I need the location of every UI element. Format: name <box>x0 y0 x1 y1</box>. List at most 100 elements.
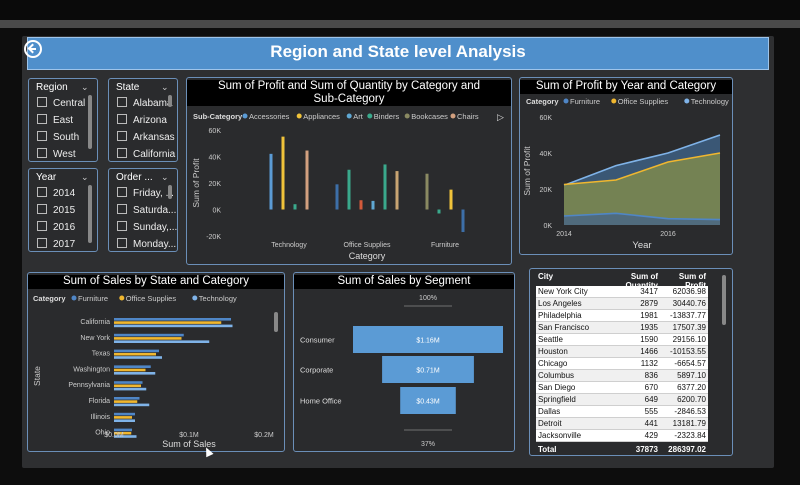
state-option-label: Arkansas <box>133 132 175 143</box>
checkbox-icon[interactable] <box>37 97 47 107</box>
year-option-label: 2014 <box>53 188 76 199</box>
state-option[interactable]: Arizona <box>117 114 167 126</box>
legend-label: Appliances <box>303 112 340 121</box>
x-tick-label: Technology <box>271 242 307 249</box>
order-slicer[interactable]: Order ... ⌄ Friday, ... Saturda... Sunda… <box>108 168 178 252</box>
table-row-cell: -2846.53 <box>674 407 706 416</box>
table-row-cell: Dallas <box>538 407 561 416</box>
year-option[interactable]: 2016 <box>37 221 75 233</box>
legend-marker <box>450 113 456 119</box>
order-option[interactable]: Sunday,... <box>117 221 177 233</box>
checkbox-icon[interactable] <box>37 204 47 214</box>
legend-label: Technology <box>691 97 729 106</box>
state-option[interactable]: Arkansas <box>117 131 175 143</box>
state-option-label: Alabama <box>133 98 173 109</box>
state-slicer[interactable]: State ⌄ Alabama Arizona Arkansas Califor… <box>108 78 178 162</box>
sales-bar <box>114 318 231 321</box>
order-option-label: Sunday,... <box>133 222 178 233</box>
table-total-row-cell: Total <box>538 445 557 454</box>
state-option[interactable]: California <box>117 148 175 160</box>
region-option-label: West <box>53 149 76 160</box>
profit-bar <box>395 171 399 210</box>
profit-bar <box>371 200 375 210</box>
checkbox-icon[interactable] <box>37 114 47 124</box>
sales-bar <box>114 428 132 432</box>
back-arrow-icon[interactable] <box>24 40 42 58</box>
table-row-cell: 30440.76 <box>672 299 706 308</box>
chevron-down-icon[interactable]: ⌄ <box>161 172 169 183</box>
legend-marker <box>296 113 302 119</box>
checkbox-icon[interactable] <box>37 221 47 231</box>
table-row: Columbus 836 5897.10 <box>536 370 708 382</box>
table-row-cell: 13181.79 <box>672 419 706 428</box>
table-row-cell: Houston <box>538 347 568 356</box>
city-table: CitySum of QuantitySum of ProfitNew York… <box>536 272 708 459</box>
region-option[interactable]: Central <box>37 97 85 109</box>
checkbox-icon[interactable] <box>37 148 47 158</box>
chevron-down-icon[interactable]: ⌄ <box>81 82 89 93</box>
profit-quantity-chart-panel: Sum of Profit and Sum of Quantity by Cat… <box>186 77 512 265</box>
state-scrollbar[interactable] <box>168 95 172 107</box>
table-row: Chicago 1132 -6654.57 <box>536 358 708 370</box>
table-row-cell: San Francisco <box>538 323 590 332</box>
year-option[interactable]: 2015 <box>37 204 75 216</box>
state-option-label: California <box>133 149 176 160</box>
table-total-row-cell: 286397.02 <box>668 445 706 454</box>
profit-bar <box>347 169 351 210</box>
y-tick-label: 40K <box>209 155 222 162</box>
y-axis-label: Sum of Profit <box>522 146 532 196</box>
table-row-cell: 1466 <box>640 347 658 356</box>
legend-label: Accessories <box>249 112 290 121</box>
sales-bar <box>114 368 146 372</box>
segment-label: Corporate <box>300 366 333 375</box>
table-row-cell: -2323.84 <box>674 431 706 440</box>
order-option[interactable]: Monday... <box>117 238 176 250</box>
table-row: Springfield 649 6200.70 <box>536 394 708 406</box>
checkbox-icon[interactable] <box>37 238 47 248</box>
profit-bar <box>293 204 297 210</box>
table-row-cell: 1590 <box>640 335 658 344</box>
table-header: CitySum of QuantitySum of Profit <box>536 272 708 290</box>
checkbox-icon[interactable] <box>117 148 127 158</box>
checkbox-icon[interactable] <box>37 131 47 141</box>
checkbox-icon[interactable] <box>37 187 47 197</box>
checkbox-icon[interactable] <box>117 114 127 124</box>
chevron-down-icon[interactable]: ⌄ <box>161 82 169 93</box>
year-scrollbar[interactable] <box>88 185 92 243</box>
legend-marker <box>119 295 125 301</box>
year-option[interactable]: 2014 <box>37 187 75 199</box>
sales-bar <box>114 365 151 368</box>
region-option[interactable]: South <box>37 131 79 143</box>
order-scrollbar[interactable] <box>168 185 172 199</box>
checkbox-icon[interactable] <box>117 204 127 214</box>
order-option[interactable]: Friday, ... <box>117 187 174 199</box>
funnel-value-label: $0.43M <box>416 399 440 406</box>
sales-bar <box>114 400 138 403</box>
checkbox-icon[interactable] <box>117 221 127 231</box>
region-option[interactable]: East <box>37 114 73 126</box>
year-slicer[interactable]: Year ⌄ 2014 2015 2016 2017 <box>28 168 98 252</box>
checkbox-icon[interactable] <box>117 97 127 107</box>
year-option[interactable]: 2017 <box>37 238 75 250</box>
checkbox-icon[interactable] <box>117 238 127 248</box>
region-scrollbar[interactable] <box>88 95 92 149</box>
region-option[interactable]: West <box>37 148 76 160</box>
sales-state-chart-panel: Sum of Sales by State and Category Categ… <box>27 272 285 452</box>
sales-bar <box>114 356 162 359</box>
profit-bar <box>359 200 363 210</box>
sales-bar <box>114 372 156 375</box>
table-scrollbar[interactable] <box>722 275 726 325</box>
y-axis-label: State <box>32 366 42 386</box>
order-option[interactable]: Saturda... <box>117 204 176 216</box>
sales-bar <box>114 419 135 422</box>
region-slicer[interactable]: Region ⌄ Central East South West <box>28 78 98 162</box>
state-option[interactable]: Alabama <box>117 97 172 109</box>
checkbox-icon[interactable] <box>117 131 127 141</box>
chevron-down-icon[interactable]: ⌄ <box>81 172 89 183</box>
page-title: Region and State level Analysis <box>270 42 526 61</box>
checkbox-icon[interactable] <box>117 187 127 197</box>
scrollbar <box>274 312 278 332</box>
sales-bar <box>114 381 143 384</box>
year-option-label: 2017 <box>53 239 76 250</box>
sales-bar <box>114 321 222 324</box>
